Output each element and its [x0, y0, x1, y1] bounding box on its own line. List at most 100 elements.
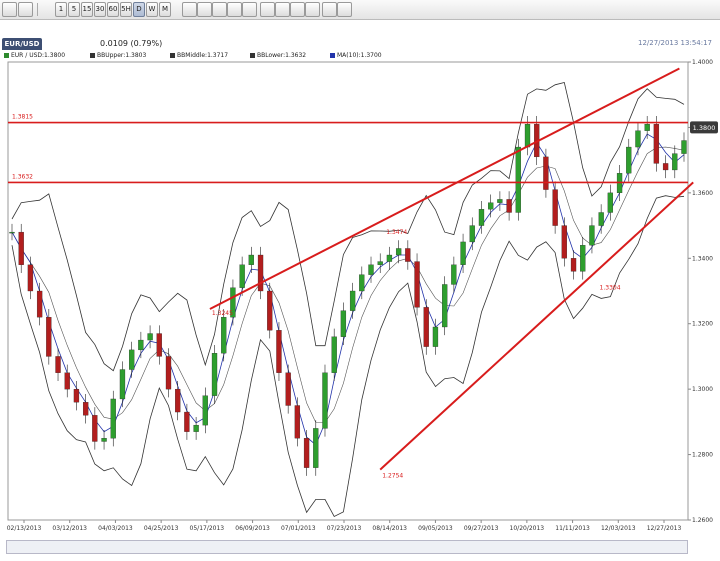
candle-body — [672, 153, 678, 171]
candle-body — [129, 349, 135, 370]
candle-body — [359, 274, 365, 292]
x-tick-label: 10/20/2013 — [510, 525, 545, 532]
candle-body — [626, 146, 632, 174]
candle-body — [46, 317, 52, 357]
current-price-label: 1.3800 — [693, 124, 716, 132]
x-tick-label: 09/27/2013 — [464, 525, 499, 532]
candle-body — [543, 156, 549, 190]
candle-body — [64, 372, 70, 390]
candle-body — [644, 124, 650, 131]
candle-body — [432, 326, 439, 347]
candle-body — [285, 372, 291, 406]
candle-body — [589, 225, 595, 246]
candle-body — [552, 189, 558, 226]
candle-body — [368, 264, 374, 275]
x-tick-label: 05/17/2013 — [190, 525, 225, 532]
x-tick-label: 02/13/2013 — [7, 525, 42, 532]
price-annotation: 1.2754 — [382, 473, 403, 480]
candle-body — [635, 130, 641, 148]
candle-body — [340, 310, 347, 337]
candle-body — [92, 415, 98, 442]
price-annotation: 1.3815 — [12, 114, 33, 121]
plot-area — [7, 61, 689, 521]
price-annotation: 1.3304 — [600, 285, 621, 292]
candle-body — [561, 225, 567, 259]
y-tick-label: 1.3200 — [692, 321, 713, 328]
candle-body — [653, 124, 660, 164]
candle-body — [175, 388, 181, 413]
candle-body — [681, 140, 687, 154]
candle-body — [119, 369, 126, 400]
price-chart: 1.4000 1.3800 1.3600 1.3400 1.3200 1.3000 1.28… — [7, 59, 718, 532]
price-annotation: 1.3474 — [386, 229, 407, 236]
x-tick-label: 09/05/2013 — [418, 525, 453, 532]
candle-body — [211, 353, 218, 396]
candle-body — [248, 254, 254, 265]
candle-body — [36, 290, 43, 318]
price-annotation: 1.3245 — [212, 310, 233, 317]
x-tick-label: 07/01/2013 — [281, 525, 316, 532]
candle-body — [9, 231, 15, 234]
candle-body — [27, 264, 34, 292]
x-tick-label: 11/11/2013 — [555, 525, 590, 532]
candle-body — [18, 231, 24, 265]
y-tick-label: 1.3400 — [692, 255, 713, 262]
candle-body — [147, 333, 153, 341]
candle-body — [331, 336, 337, 373]
candle-body — [442, 284, 448, 328]
x-tick-label: 04/25/2013 — [144, 525, 179, 532]
candle-body — [598, 212, 604, 226]
candle-body — [156, 333, 162, 357]
candle-body — [662, 163, 669, 171]
candle-body — [515, 146, 521, 213]
x-tick-label: 12/03/2013 — [601, 525, 636, 532]
candle-body — [193, 424, 199, 432]
price-annotation: 1.3632 — [12, 173, 33, 180]
candle-body — [73, 388, 80, 403]
y-tick-label: 1.4000 — [692, 59, 713, 66]
candle-body — [267, 290, 273, 331]
candle-body — [322, 372, 328, 429]
y-tick-label: 1.3000 — [692, 386, 713, 393]
candle-body — [101, 438, 107, 442]
x-tick-label: 08/14/2013 — [372, 525, 407, 532]
candle-body — [82, 402, 89, 416]
candle-body — [395, 248, 402, 256]
candle-body — [303, 438, 310, 468]
x-tick-label: 03/12/2013 — [52, 525, 87, 532]
y-tick-label: 1.3600 — [692, 190, 713, 197]
candle-body — [451, 264, 457, 285]
candle-body — [110, 398, 116, 439]
x-tick-label: 12/27/2013 — [647, 525, 682, 532]
candle-body — [506, 199, 512, 213]
candle-body — [405, 248, 411, 262]
candle-body — [386, 254, 393, 262]
candle-body — [294, 405, 301, 439]
y-tick-label: 1.2800 — [692, 452, 713, 459]
candle-body — [184, 411, 190, 432]
candle-body — [138, 339, 144, 351]
x-tick-label: 07/23/2013 — [327, 525, 362, 532]
candle-body — [423, 307, 429, 347]
candle-body — [349, 290, 356, 311]
candle-body — [607, 192, 614, 213]
candle-body — [221, 317, 227, 354]
candle-body — [165, 356, 172, 390]
candle-body — [478, 209, 485, 226]
candle-body — [55, 356, 61, 373]
x-tick-label: 04/03/2013 — [98, 525, 133, 532]
y-tick-label: 1.2600 — [692, 517, 713, 524]
candle-body — [460, 241, 466, 265]
candle-body — [257, 254, 264, 292]
candle-body — [313, 428, 319, 468]
candle-body — [239, 264, 245, 288]
candle-body — [414, 261, 420, 308]
candle-body — [488, 202, 494, 210]
candle-body — [524, 124, 531, 148]
candle-body — [497, 199, 503, 203]
candle-body — [469, 225, 475, 243]
candle-body — [202, 395, 208, 426]
candle-body — [580, 245, 586, 272]
navigator-scrollbar[interactable] — [6, 540, 688, 554]
candle-body — [276, 330, 282, 373]
